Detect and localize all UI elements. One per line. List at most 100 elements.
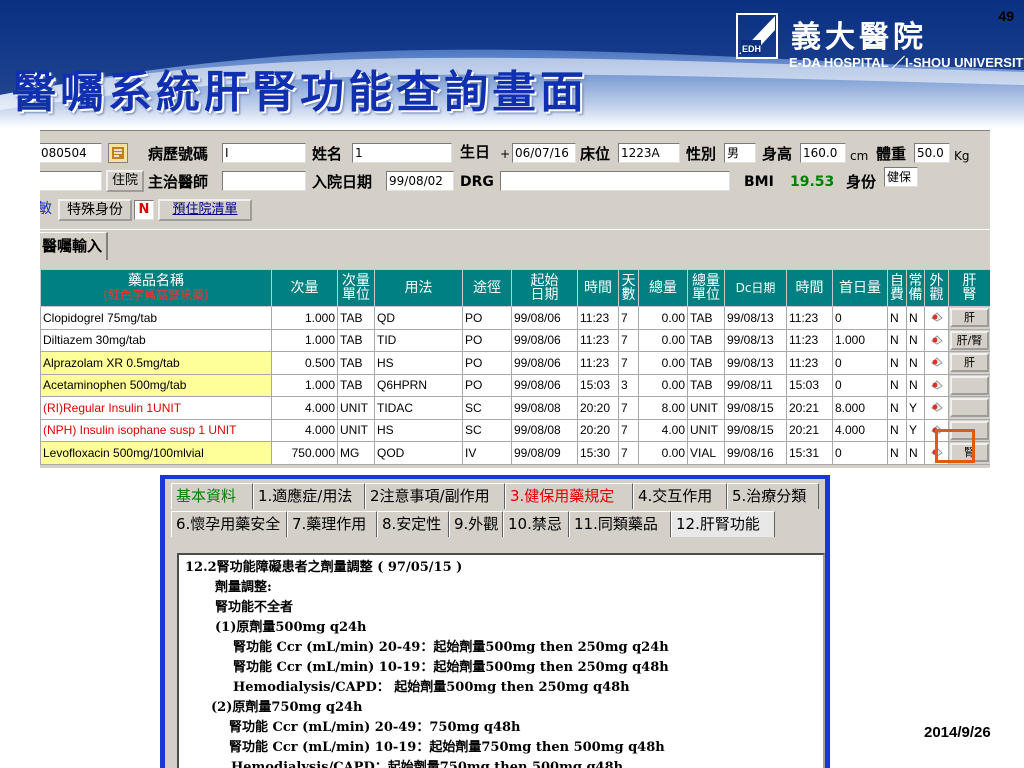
special-identity-flag[interactable]: N	[134, 200, 154, 220]
col-liver-kidney[interactable]: 肝 腎	[948, 269, 990, 307]
col-dose-unit[interactable]: 次量 單位	[337, 269, 375, 307]
logo-english-name: E-DA HOSPITAL ／I-SHOU UNIVERSITY	[789, 55, 1024, 70]
pill-icon[interactable]	[930, 399, 944, 413]
popup-tab-row2-0[interactable]: 6.懷孕用藥安全	[171, 511, 287, 537]
col-total-unit[interactable]: 總量 單位	[687, 269, 725, 307]
name-field[interactable]: 1	[352, 143, 452, 163]
standard-stock-cell: N	[906, 373, 925, 397]
col-self-pay[interactable]: 自 費	[887, 269, 907, 307]
popup-tab-row1-2[interactable]: 2注意事項/副作用	[365, 483, 505, 509]
sex-field[interactable]: 男	[724, 143, 756, 163]
table-row[interactable]: Clopidogrel 75mg/tab 1.000 TAB QD PO 99/08/06…	[40, 306, 990, 330]
appearance-cell[interactable]	[924, 328, 949, 352]
dose-cell: 750.000	[271, 441, 338, 465]
admit-date-field[interactable]: 99/08/02	[386, 171, 454, 191]
drug-name-cell: Acetaminophen 500mg/tab	[40, 373, 272, 397]
appearance-cell[interactable]	[924, 373, 949, 397]
liver-kidney-button[interactable]: 肝	[950, 308, 989, 328]
table-row[interactable]: Acetaminophen 500mg/tab 1.000 TAB Q6HPRN PO 9…	[40, 373, 990, 397]
liver-kidney-cell: 肝	[948, 351, 990, 375]
popup-tab-row1-3[interactable]: 3.健保用藥規定	[505, 483, 633, 509]
content-line: (2)原劑量750mg q24h	[211, 700, 363, 715]
appearance-cell[interactable]	[924, 351, 949, 375]
pill-icon[interactable]	[930, 377, 944, 391]
total-unit-cell: VIAL	[687, 441, 725, 465]
chart-no-label: 病歷號碼	[148, 145, 209, 163]
drg-field[interactable]	[500, 171, 730, 191]
pill-icon[interactable]	[930, 354, 944, 368]
col-drug-name[interactable]: 藥品名稱 (紅色字爲高警訊藥)	[40, 269, 272, 307]
table-row[interactable]: (NPH) Insulin isophane susp 1 UNIT 4.000 U…	[40, 418, 990, 442]
col-appearance[interactable]: 外 觀	[924, 269, 949, 307]
pre-admission-list-button[interactable]: 預住院清單	[158, 199, 252, 221]
popup-tab-row1-0[interactable]: 基本資料	[171, 483, 253, 509]
dc-time-cell: 11:23	[786, 328, 833, 352]
col-time[interactable]: 時間	[577, 269, 619, 307]
lookup-icon-button[interactable]	[108, 143, 128, 163]
doctor-field[interactable]	[222, 171, 306, 191]
pill-icon[interactable]	[930, 309, 944, 323]
liver-kidney-button[interactable]	[950, 375, 989, 395]
table-row[interactable]: Alprazolam XR 0.5mg/tab 0.500 TAB HS PO 99/08…	[40, 351, 990, 375]
special-identity-button[interactable]: 特殊身份	[58, 199, 132, 221]
col-drug-name-label: 藥品名稱	[128, 273, 184, 289]
route-cell: PO	[462, 328, 512, 352]
col-start-date[interactable]: 起始 日期	[511, 269, 578, 307]
popup-tab-row2-6[interactable]: 12.肝腎功能	[671, 511, 775, 537]
route-cell: PO	[462, 373, 512, 397]
table-row[interactable]: Levofloxacin 500mg/100mlvial 750.000 MG QOD…	[40, 441, 990, 465]
bed-field[interactable]: 1223A	[618, 143, 680, 163]
col-days[interactable]: 天 數	[618, 269, 639, 307]
standard-stock-cell: N	[906, 306, 925, 330]
col-route[interactable]: 途徑	[462, 269, 512, 307]
liver-kidney-button[interactable]: 肝/腎	[950, 330, 989, 350]
table-row[interactable]: (RI)Regular Insulin 1UNIT 4.000 UNIT TIDAC S…	[40, 396, 990, 420]
col-usage[interactable]: 用法	[374, 269, 463, 307]
route-cell: SC	[462, 396, 512, 420]
appearance-cell[interactable]	[924, 396, 949, 420]
medication-order-table: 藥品名稱 (紅色字爲高警訊藥) 次量 次量 單位 用法 途徑 起始 日期 時間 天…	[40, 269, 990, 465]
pill-icon[interactable]	[930, 332, 944, 346]
total-unit-cell: TAB	[687, 306, 725, 330]
usage-cell: QOD	[374, 441, 463, 465]
content-line: 腎功能 Ccr (mL/min) 10-19：起始劑量500mg then 25…	[233, 660, 669, 675]
liver-kidney-cell: 肝	[948, 306, 990, 330]
start-time-cell: 20:20	[577, 396, 619, 420]
table-header-row: 藥品名稱 (紅色字爲高警訊藥) 次量 次量 單位 用法 途徑 起始 日期 時間 天…	[40, 269, 990, 307]
dc-time-cell: 20:21	[786, 396, 833, 420]
tab-order-entry[interactable]: 醫囑輸入	[40, 232, 108, 260]
col-total[interactable]: 總量	[638, 269, 688, 307]
weight-field[interactable]: 50.0	[914, 143, 950, 163]
col-standard-stock[interactable]: 常 備	[906, 269, 925, 307]
popup-tab-row2-1[interactable]: 7.藥理作用	[287, 511, 377, 537]
popup-tab-row2-3[interactable]: 9.外觀	[449, 511, 503, 537]
slide-header: EDH 義大醫院 E-DA HOSPITAL ／I-SHOU UNIVERSIT…	[0, 0, 1024, 128]
identity-field[interactable]: 健保	[884, 167, 918, 187]
inpatient-button[interactable]: 住院	[106, 170, 144, 192]
popup-tab-row2-2[interactable]: 8.安定性	[377, 511, 449, 537]
drug-name-cell: Diltiazem 30mg/tab	[40, 328, 272, 352]
route-cell: SC	[462, 418, 512, 442]
chart-no-field[interactable]: I	[222, 143, 306, 163]
liver-kidney-button[interactable]: 肝	[950, 353, 989, 373]
col-dc-time[interactable]: 時間	[786, 269, 833, 307]
col-first-day-qty[interactable]: 首日量	[832, 269, 888, 307]
renal-dosing-content[interactable]: 12.2腎功能障礙患者之劑量調整 ( 97/05/15 ) 劑量調整: 腎功能不全者…	[177, 553, 825, 768]
col-dc-date[interactable]: Dc日期	[724, 269, 787, 307]
patient-sub-field[interactable]	[40, 171, 102, 191]
drug-name-cell: Clopidogrel 75mg/tab	[40, 306, 272, 330]
popup-tab-row1-5[interactable]: 5.治療分類	[727, 483, 819, 509]
start-date-cell: 99/08/06	[511, 351, 578, 375]
dose-unit-cell: MG	[337, 441, 375, 465]
height-field[interactable]: 160.0	[800, 143, 846, 163]
popup-tab-row1-4[interactable]: 4.交互作用	[633, 483, 727, 509]
popup-tab-row2-5[interactable]: 11.同類藥品	[569, 511, 671, 537]
col-dose[interactable]: 次量	[271, 269, 338, 307]
popup-tab-row2-4[interactable]: 10.禁忌	[503, 511, 569, 537]
liver-kidney-button[interactable]	[950, 398, 989, 418]
birth-date-field[interactable]: 06/07/16	[512, 143, 576, 163]
table-row[interactable]: Diltiazem 30mg/tab 1.000 TAB TID PO 99/08/06 1…	[40, 328, 990, 352]
appearance-cell[interactable]	[924, 306, 949, 330]
popup-tab-row1-1[interactable]: 1.適應症/用法	[253, 483, 365, 509]
patient-id-field[interactable]: 080504	[40, 143, 102, 163]
